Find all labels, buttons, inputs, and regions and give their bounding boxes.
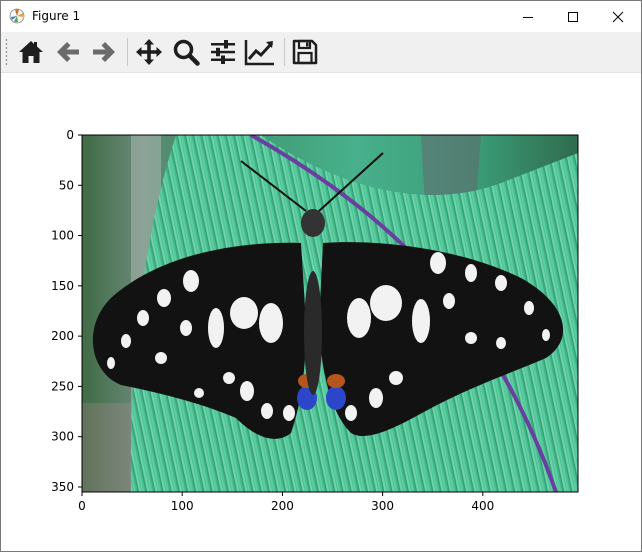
sliders-icon (211, 40, 235, 64)
y-tick-label: 0 (66, 128, 74, 142)
pan-button[interactable] (133, 36, 165, 68)
toolbar-grip[interactable] (5, 38, 8, 66)
navigation-toolbar (1, 32, 641, 73)
close-icon (612, 11, 624, 22)
window-title: Figure 1 (32, 9, 81, 23)
x-tick-label: 100 (171, 499, 194, 513)
magnifier-icon (173, 39, 200, 66)
matplotlib-logo-icon (9, 8, 25, 24)
back-button[interactable] (52, 36, 84, 68)
x-axis: 0 100 200 300 400 (78, 492, 494, 513)
zoom-button[interactable] (170, 36, 202, 68)
minimize-button[interactable] (505, 1, 551, 32)
arrow-right-icon (93, 42, 115, 62)
close-button[interactable] (595, 1, 641, 32)
x-tick-label: 300 (371, 499, 394, 513)
toolbar-separator (284, 38, 285, 66)
home-button[interactable] (15, 36, 47, 68)
move-icon (136, 39, 162, 65)
save-button[interactable] (289, 36, 321, 68)
butterfly-image (82, 135, 578, 492)
y-tick-label: 350 (51, 480, 74, 494)
y-tick-label: 300 (51, 430, 74, 444)
toolbar-separator (127, 38, 128, 66)
y-tick-label: 150 (51, 279, 74, 293)
floppy-disk-icon (292, 39, 318, 65)
x-tick-label: 200 (271, 499, 294, 513)
y-axis: 0 50 100 150 200 250 300 350 (51, 128, 82, 494)
home-icon (19, 41, 43, 63)
y-tick-label: 250 (51, 379, 74, 393)
arrow-left-icon (57, 42, 79, 62)
minimize-icon (523, 16, 533, 18)
title-bar[interactable]: Figure 1 (1, 1, 641, 32)
x-tick-label: 0 (78, 499, 86, 513)
y-tick-label: 100 (51, 229, 74, 243)
forward-button[interactable] (88, 36, 120, 68)
line-chart-icon (244, 40, 274, 66)
maximize-button[interactable] (550, 1, 596, 32)
y-tick-label: 50 (59, 178, 74, 192)
figure-window: Figure 1 0 100 200 300 400 0 50 100 150 … (0, 0, 642, 552)
axes-svg[interactable]: 0 100 200 300 400 0 50 100 150 200 250 300 350 (1, 73, 641, 551)
figure-canvas[interactable]: 0 100 200 300 400 0 50 100 150 200 250 300 350 (1, 73, 641, 551)
x-tick-label: 400 (471, 499, 494, 513)
edit-axes-button[interactable] (244, 36, 276, 68)
maximize-icon (568, 11, 578, 22)
subplots-button[interactable] (207, 36, 239, 68)
y-tick-label: 200 (51, 329, 74, 343)
